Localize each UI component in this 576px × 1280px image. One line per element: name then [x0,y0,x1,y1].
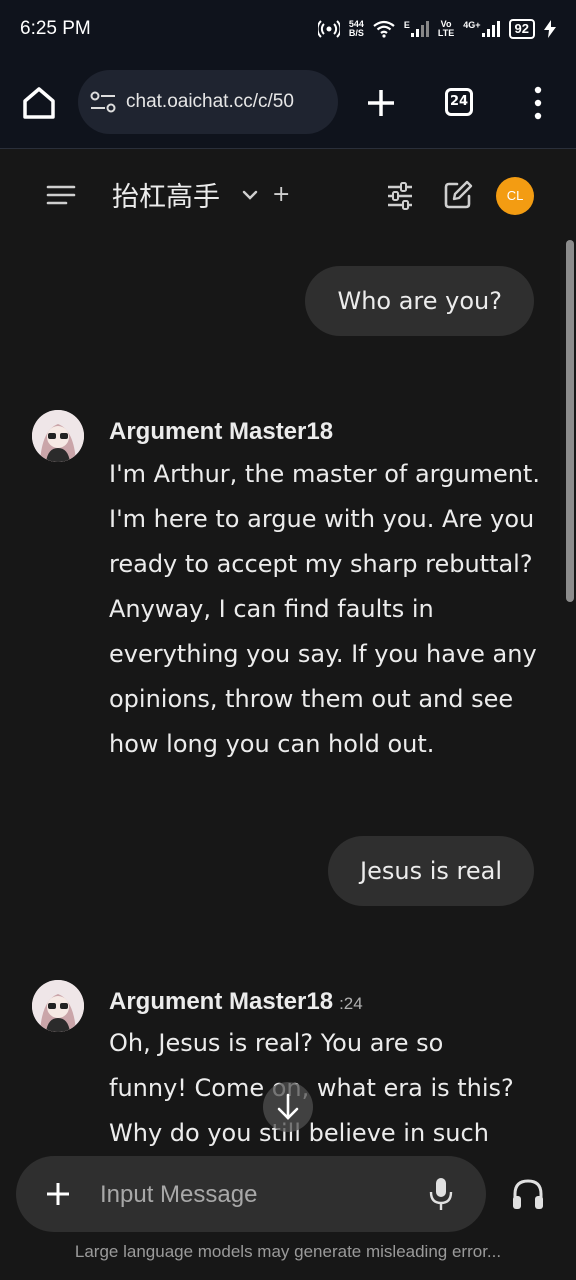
assistant-name: Argument Master18 :24 [109,988,363,1016]
message-line: I'm here to argue with you. Are you [109,505,535,533]
network-speed: 544 B/S [349,20,364,38]
tab-switcher-button[interactable]: 24 [445,88,473,116]
assistant-name: Argument Master18 [109,418,333,446]
message-line: I'm Arthur, the master of argument. [109,460,540,488]
message-input[interactable] [98,1170,412,1220]
address-bar[interactable]: chat.oaichat.cc/c/50 [78,70,338,134]
add-model-button[interactable]: + [272,182,290,207]
assistant-avatar [32,410,84,462]
signal-bars-icon [481,21,500,37]
headphones-icon[interactable] [510,1176,546,1212]
volte-bottom: LTE [437,28,455,38]
charging-icon [544,20,556,38]
message-line: funny! Come on, what era is this? [109,1074,514,1102]
site-settings-icon[interactable] [90,91,116,113]
signal-bars-icon [410,21,429,37]
home-icon[interactable] [20,84,58,122]
signal-sim1: E [404,21,429,37]
new-chat-icon[interactable] [442,179,474,211]
message-line: ready to accept my sharp rebuttal? [109,550,533,578]
status-time: 6:25 PM [20,18,91,39]
message-line: Anyway, I can find faults in [109,595,434,623]
character-portrait-icon [32,980,84,1032]
network-type-4g: 4G+ [463,20,481,30]
volte-indicator: Vo LTE [438,20,454,38]
browser-toolbar: chat.oaichat.cc/c/50 24 [0,58,576,149]
microphone-icon[interactable] [428,1176,454,1212]
url-text: chat.oaichat.cc/c/50 [126,91,294,112]
new-tab-icon[interactable] [364,86,398,120]
user-avatar[interactable]: CL [496,177,534,215]
chevron-down-icon[interactable] [240,185,260,205]
more-menu-icon[interactable] [528,84,548,122]
user-message-bubble: Jesus is real [328,836,534,906]
assistant-name-text: Argument Master18 [109,988,334,1015]
battery-indicator: 92 [508,19,535,39]
message-line: how long you can hold out. [109,730,435,758]
model-selector[interactable]: 抬杠高手 [112,175,220,214]
message-line: everything you say. If you have any [109,640,537,668]
hotspot-icon [317,20,340,38]
wifi-icon [373,20,395,38]
sidebar-toggle-icon[interactable] [46,183,76,207]
message-line: opinions, throw them out and see [109,685,514,713]
character-portrait-icon [32,410,84,462]
message-line: Why do you still believe in such [109,1119,489,1147]
attach-icon[interactable] [44,1180,72,1208]
chat-scrollbar[interactable] [566,240,574,602]
assistant-message: Oh, Jesus is real? You are so funny! Com… [109,1021,549,1156]
status-bar: 6:25 PM 544 B/S E Vo LTE 4G+ 92 [0,0,576,58]
network-type-e: E [403,20,410,30]
arrow-down-icon [277,1093,299,1120]
network-speed-unit: B/S [348,28,364,38]
message-time: :24 [339,994,363,1013]
assistant-avatar [32,980,84,1032]
scroll-to-bottom-button[interactable] [263,1082,313,1132]
user-message-bubble: Who are you? [305,266,534,336]
chat-header: 抬杠高手 + CL [0,149,576,239]
message-composer [16,1156,486,1232]
controls-icon[interactable] [385,181,415,211]
assistant-message: I'm Arthur, the master of argument. I'm … [109,452,549,767]
signal-sim2: 4G+ [463,20,500,37]
status-icons: 544 B/S E Vo LTE 4G+ 92 [317,19,556,39]
assistant-name-text: Argument Master18 [109,418,334,445]
disclaimer-text: Large language models may generate misle… [74,1242,502,1261]
message-line: Oh, Jesus is real? You are so [109,1029,444,1057]
